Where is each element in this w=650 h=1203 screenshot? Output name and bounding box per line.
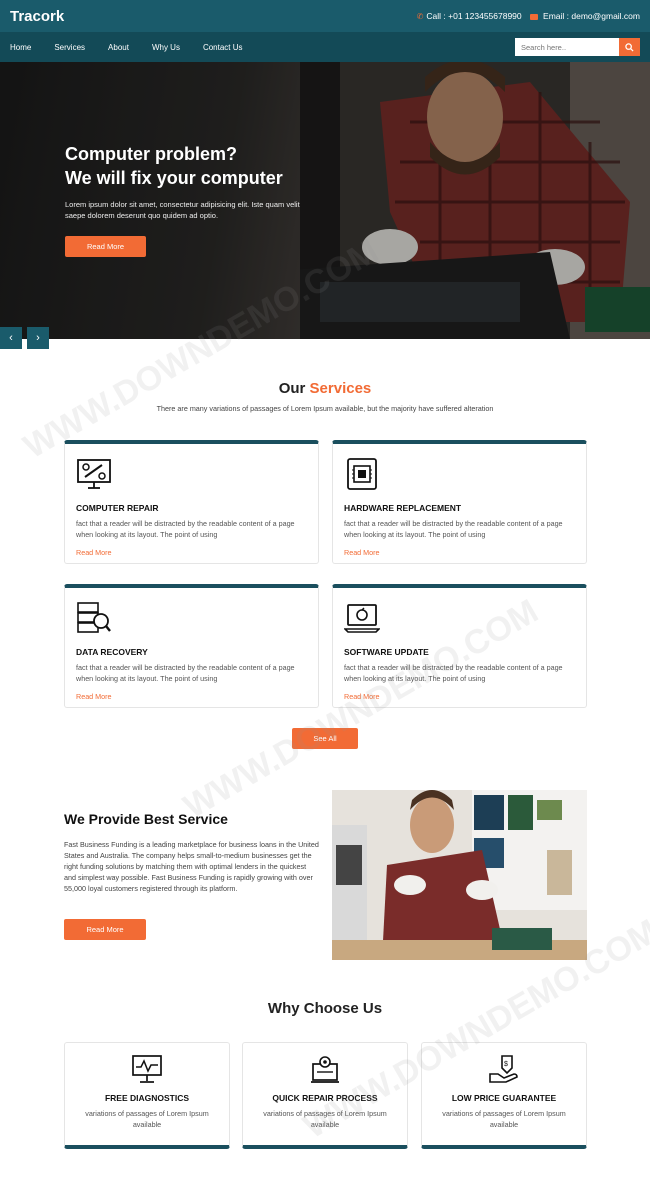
card-read-more-link[interactable]: Read More [344,548,575,557]
nav-contact[interactable]: Contact Us [203,43,243,52]
why-choose-section: Why Choose Us FREE DIAGNOSTICS variation… [0,1000,650,1149]
top-bar: Tracork ✆ Call : +01 123455678990 Email :… [0,0,650,32]
card-read-more-link[interactable]: Read More [344,692,575,701]
card-title: SOFTWARE UPDATE [344,647,429,657]
services-subtitle: There are many variations of passages of… [156,404,494,413]
search-icon [625,42,634,52]
main-nav: Home Services About Why Us Contact Us [0,32,650,62]
why-card-title: QUICK REPAIR PROCESS [272,1093,378,1103]
data-recovery-icon [77,602,111,633]
services-title-plain: Our [278,380,310,397]
why-card-title: LOW PRICE GUARANTEE [451,1093,557,1103]
hero-description: Lorem ipsum dolor sit amet, consectetur … [65,200,300,220]
svg-text:$: $ [504,1061,508,1068]
service-card-software-update: SOFTWARE UPDATE fact that a reader will … [332,584,587,708]
hero-title-line2: We will fix your computer [65,168,283,188]
hero-title-line1: Computer problem? [65,144,238,164]
card-read-more-link[interactable]: Read More [76,548,307,557]
provide-read-more-button[interactable]: Read More [64,919,146,940]
nav-home[interactable]: Home [10,43,31,52]
search-input[interactable] [515,38,619,56]
diagnostics-monitor-icon [132,1055,162,1083]
why-card-title: FREE DIAGNOSTICS [104,1093,190,1103]
email-contact[interactable]: Email : demo@gmail.com [529,11,640,21]
brand-logo[interactable]: Tracork [10,8,64,25]
software-update-icon [343,604,381,633]
phone-icon: ✆ [416,12,424,21]
service-card-computer-repair: COMPUTER REPAIR fact that a reader will … [64,440,319,564]
why-card-quick-repair: QUICK REPAIR PROCESS variations of passa… [242,1042,408,1149]
card-title: HARDWARE REPLACEMENT [344,503,462,513]
hero-read-more-button[interactable]: Read More [65,236,146,257]
card-text: fact that a reader will be distracted by… [76,519,295,539]
card-text: fact that a reader will be distracted by… [76,663,295,683]
card-title: DATA RECOVERY [76,647,148,657]
why-card-text: variations of passages of Lorem Ipsum av… [263,1109,387,1129]
computer-repair-icon [77,459,111,489]
technician-photo [332,790,587,960]
slider-next-button[interactable]: › [27,327,49,349]
why-title: Why Choose Us [267,1000,383,1017]
nav-about[interactable]: About [108,43,129,52]
mail-icon [529,13,538,20]
phone-text: Call : +01 123455678990 [426,11,522,21]
why-card-text: variations of passages of Lorem Ipsum av… [442,1109,566,1129]
hero-banner: Computer problem? We will fix your compu… [0,62,650,339]
nav-services[interactable]: Services [54,43,85,52]
repair-process-icon [311,1056,339,1083]
card-text: fact that a reader will be distracted by… [344,663,563,683]
why-card-text: variations of passages of Lorem Ipsum av… [85,1109,209,1129]
email-text: Email : demo@gmail.com [543,11,640,21]
nav-why-us[interactable]: Why Us [152,43,180,52]
see-all-button[interactable]: See All [292,728,358,749]
contact-info: ✆ Call : +01 123455678990 Email : demo@gm… [417,11,640,21]
service-card-data-recovery: DATA RECOVERY fact that a reader will be… [64,584,319,708]
card-title: COMPUTER REPAIR [76,503,159,513]
card-text: fact that a reader will be distracted by… [344,519,563,539]
services-section: Our Services There are many variations o… [0,380,650,749]
hardware-chip-icon [347,458,377,490]
services-title: Our Services [0,380,650,397]
hero-content: Computer problem? We will fix your compu… [65,142,315,257]
provide-section: We Provide Best Service Fast Business Fu… [0,790,650,960]
why-card-free-diagnostics: FREE DIAGNOSTICS variations of passages … [64,1042,230,1149]
search-button[interactable] [619,38,640,56]
phone-contact[interactable]: ✆ Call : +01 123455678990 [417,11,522,21]
slider-prev-button[interactable]: ‹ [0,327,22,349]
hero-title: Computer problem? We will fix your compu… [65,142,315,190]
provide-text: Fast Business Funding is a leading marke… [64,840,319,893]
price-guarantee-icon: $ [489,1055,518,1083]
card-read-more-link[interactable]: Read More [76,692,307,701]
provide-title: We Provide Best Service [64,811,228,827]
service-card-hardware-replacement: HARDWARE REPLACEMENT fact that a reader … [332,440,587,564]
why-card-low-price: $ LOW PRICE GUARANTEE variations of pass… [421,1042,587,1149]
services-title-accent: Services [309,380,372,397]
search-bar [515,38,640,56]
